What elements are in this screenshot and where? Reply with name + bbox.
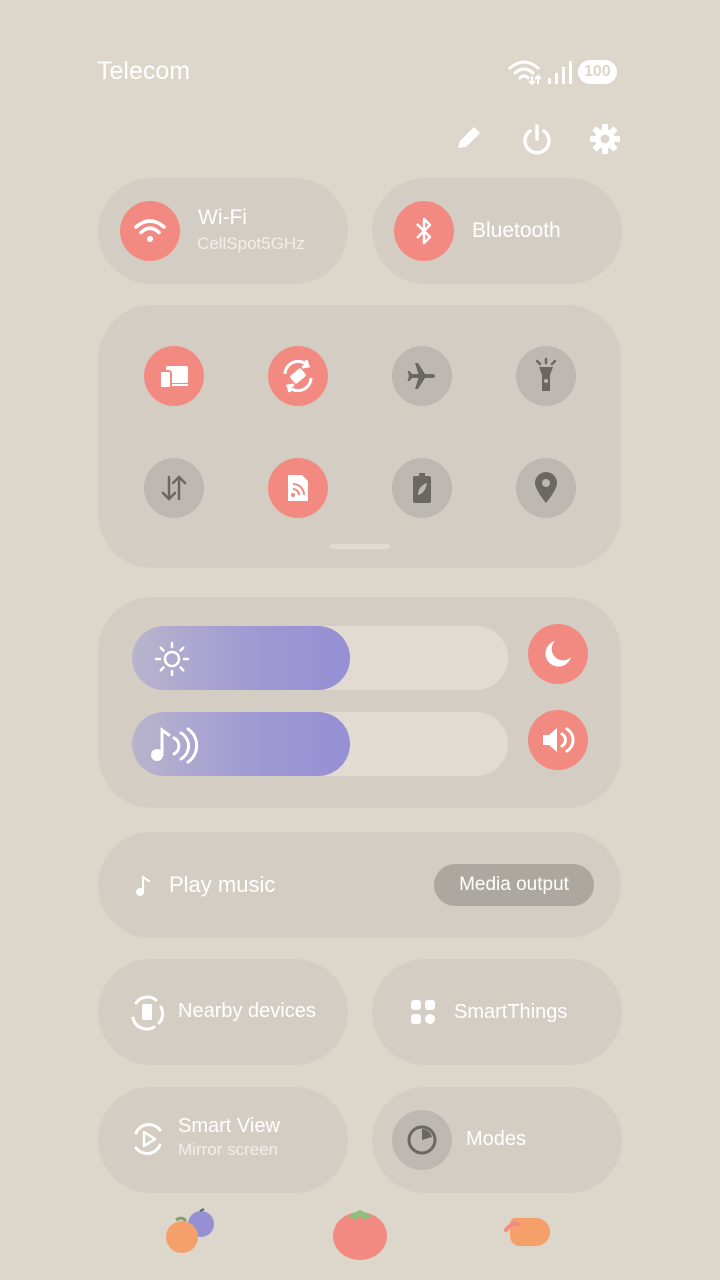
nearby-devices-icon bbox=[131, 995, 165, 1031]
smartthings-icon bbox=[411, 1000, 435, 1024]
mobile-data-toggle[interactable] bbox=[144, 458, 204, 518]
airplane-icon bbox=[407, 363, 435, 389]
power-icon[interactable] bbox=[520, 122, 554, 156]
panel-drag-handle[interactable] bbox=[330, 544, 390, 549]
smart-view-title: Smart View bbox=[178, 1115, 280, 1137]
status-icons: 100 bbox=[508, 58, 617, 86]
modes-label: Modes bbox=[466, 1128, 527, 1150]
smart-view-tile[interactable]: Smart View Mirror screen bbox=[98, 1087, 348, 1193]
hand-sticker-icon bbox=[504, 1218, 550, 1246]
nearby-devices-tile[interactable]: Nearby devices bbox=[98, 959, 348, 1065]
nfc-icon bbox=[288, 475, 308, 501]
media-output-button[interactable]: Media output bbox=[434, 864, 594, 906]
music-note-icon bbox=[136, 874, 151, 896]
wifi-title: Wi-Fi bbox=[198, 206, 247, 229]
mobile-data-icon bbox=[161, 475, 187, 501]
location-toggle[interactable] bbox=[516, 458, 576, 518]
airplane-mode-toggle[interactable] bbox=[392, 346, 452, 406]
fruit-sticker-icon bbox=[166, 1208, 214, 1253]
nfc-toggle[interactable] bbox=[268, 458, 328, 518]
speaker-icon bbox=[543, 727, 575, 753]
modes-icon bbox=[407, 1125, 437, 1155]
tomato-sticker-icon bbox=[333, 1210, 387, 1260]
wifi-icon bbox=[134, 219, 166, 242]
smartthings-tile[interactable]: SmartThings bbox=[372, 959, 622, 1065]
nearby-devices-label: Nearby devices bbox=[178, 1000, 316, 1022]
flashlight-icon bbox=[535, 357, 557, 391]
sound-mode-button[interactable] bbox=[528, 710, 588, 770]
bluetooth-tile[interactable]: Bluetooth bbox=[372, 178, 622, 284]
bluetooth-toggle[interactable] bbox=[394, 201, 454, 261]
modes-toggle[interactable] bbox=[392, 1110, 452, 1170]
power-saving-toggle[interactable] bbox=[392, 458, 452, 518]
top-actions bbox=[452, 122, 622, 156]
location-icon bbox=[535, 472, 557, 503]
screen-share-toggle[interactable] bbox=[144, 346, 204, 406]
music-note-waves-icon bbox=[151, 727, 198, 764]
moon-icon bbox=[545, 641, 571, 667]
smartthings-label: SmartThings bbox=[454, 1001, 568, 1023]
pencil-icon[interactable] bbox=[452, 122, 486, 156]
power-saving-icon bbox=[413, 473, 431, 503]
wifi-network-name: CellSpot5GHz bbox=[197, 234, 305, 253]
screen-share-icon bbox=[159, 366, 188, 389]
volume-slider[interactable] bbox=[132, 712, 508, 776]
bluetooth-title: Bluetooth bbox=[472, 219, 561, 242]
wifi-tile[interactable]: Wi-Fi CellSpot5GHz bbox=[98, 178, 348, 284]
auto-rotate-toggle[interactable] bbox=[268, 346, 328, 406]
smart-view-icon bbox=[134, 1123, 162, 1155]
battery-indicator: 100 bbox=[578, 60, 617, 84]
carrier-name: Telecom bbox=[97, 57, 191, 85]
bluetooth-icon bbox=[416, 217, 432, 245]
wifi-arrows-icon bbox=[508, 60, 542, 86]
smart-view-subtitle: Mirror screen bbox=[178, 1140, 279, 1159]
wifi-toggle[interactable] bbox=[120, 201, 180, 261]
sun-icon bbox=[154, 641, 190, 677]
brightness-slider[interactable] bbox=[132, 626, 508, 690]
flashlight-toggle[interactable] bbox=[516, 346, 576, 406]
play-music-label: Play music bbox=[169, 872, 276, 897]
auto-rotate-icon bbox=[283, 359, 313, 393]
gear-icon[interactable] bbox=[588, 122, 622, 156]
night-mode-button[interactable] bbox=[528, 624, 588, 684]
quick-toggles-panel bbox=[98, 305, 621, 568]
modes-tile[interactable]: Modes bbox=[372, 1087, 622, 1193]
signal-bars-icon bbox=[548, 61, 572, 84]
